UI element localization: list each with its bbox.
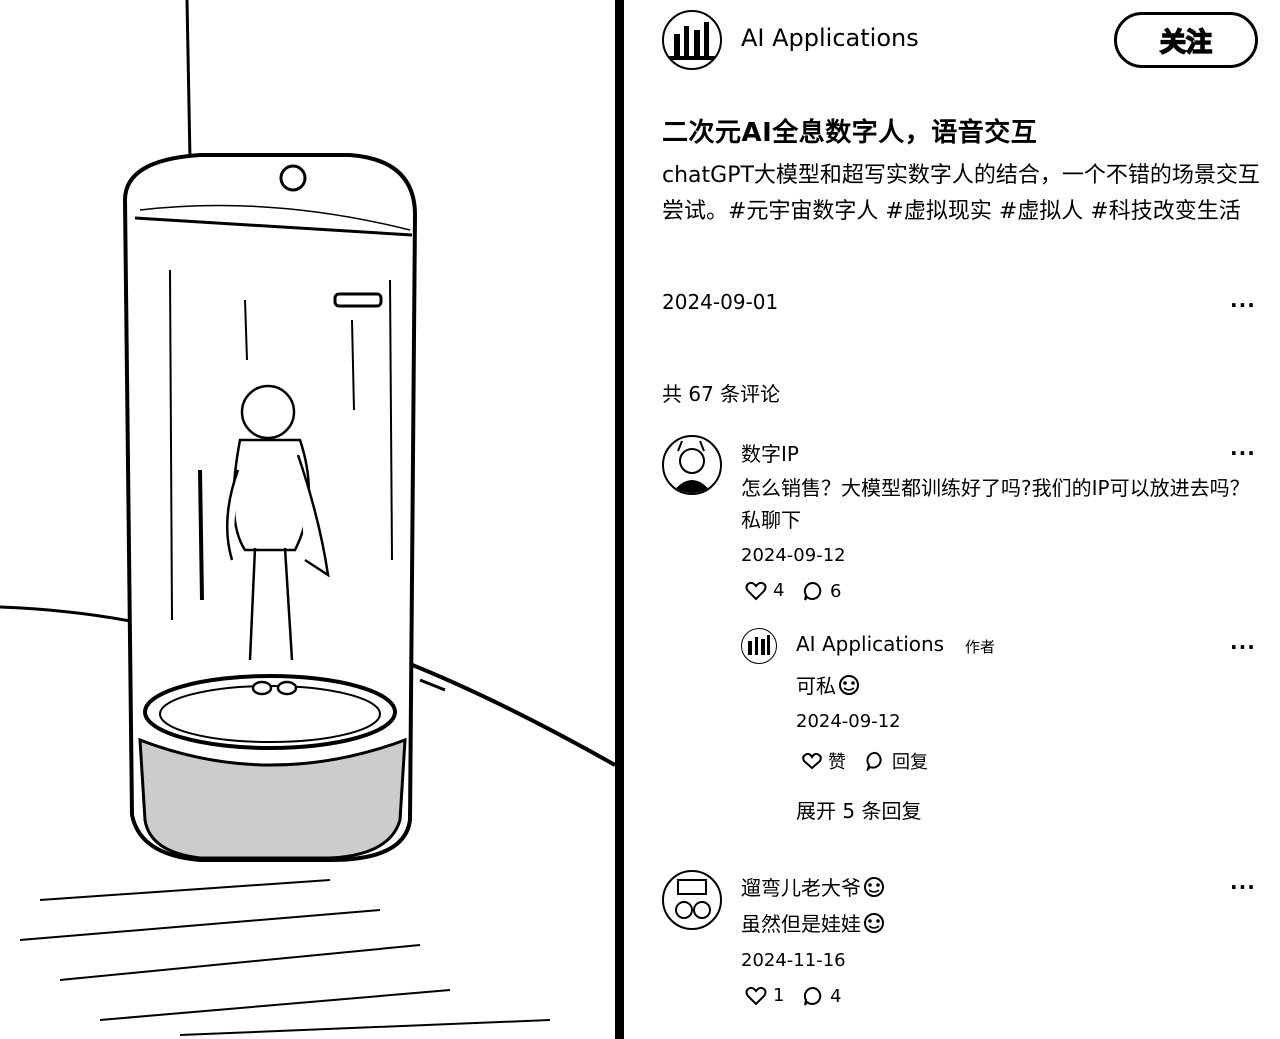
reply-button[interactable]: 6 bbox=[802, 580, 841, 602]
post-description: chatGPT大模型和超写实数字人的结合，一个不错的场景交互尝试。#元宇宙数字人… bbox=[662, 163, 1260, 224]
like-button[interactable]: 4 bbox=[745, 580, 784, 601]
like-count: 4 bbox=[773, 580, 785, 601]
avatar-image bbox=[675, 879, 711, 919]
post-image[interactable] bbox=[0, 0, 615, 1039]
reply-reply-button[interactable]: 回复 bbox=[866, 748, 928, 774]
commenter-avatar[interactable] bbox=[662, 435, 722, 495]
comment-icon bbox=[803, 581, 822, 601]
avatar-image bbox=[668, 22, 716, 60]
comment-more-icon[interactable]: ··· bbox=[1230, 443, 1256, 463]
reply-avatar[interactable] bbox=[741, 628, 777, 664]
reply-more-icon[interactable]: ··· bbox=[1230, 637, 1256, 657]
avatar-image bbox=[748, 635, 770, 655]
heart-icon bbox=[745, 581, 767, 600]
reply-user-name[interactable]: AI Applications bbox=[796, 632, 944, 656]
reply-text: 可私 bbox=[796, 674, 836, 698]
hologram-device-illustration bbox=[0, 0, 615, 1036]
panel-divider bbox=[615, 0, 624, 1039]
comment-icon bbox=[866, 751, 882, 771]
reply-like-label: 赞 bbox=[828, 752, 846, 773]
reply-count: 6 bbox=[830, 580, 842, 602]
reply-count: 4 bbox=[830, 985, 842, 1007]
avatar-image bbox=[672, 440, 712, 493]
emoji-icon bbox=[864, 876, 884, 897]
post-title: 二次元AI全息数字人，语音交互 bbox=[662, 118, 1038, 148]
comments-count: 共 67 条评论 bbox=[662, 382, 781, 406]
comment-icon bbox=[803, 986, 822, 1006]
reply-text-row: 可私 bbox=[796, 670, 860, 699]
post-date: 2024-09-01 bbox=[662, 290, 779, 314]
comment-date: 2024-09-12 bbox=[741, 545, 846, 566]
reply-button[interactable]: 4 bbox=[802, 985, 841, 1007]
follow-label: 关注 bbox=[1159, 27, 1213, 59]
reply-date: 2024-09-12 bbox=[796, 711, 901, 732]
emoji-icon bbox=[864, 912, 884, 933]
expand-replies-button[interactable]: 展开 5 条回复 bbox=[796, 795, 921, 824]
commenter-name[interactable]: 数字IP bbox=[741, 438, 799, 467]
author-tag: 作者 bbox=[965, 638, 996, 656]
post-detail-panel: AI Applications 关注 二次元AI全息数字人，语音交互 chatG… bbox=[624, 0, 1280, 1039]
heart-icon bbox=[745, 986, 767, 1005]
follow-button[interactable]: 关注 bbox=[1114, 12, 1258, 68]
commenter-name-row[interactable]: 遛弯儿老大爷 bbox=[741, 872, 885, 901]
post-more-icon[interactable]: ··· bbox=[1230, 295, 1256, 315]
heart-icon bbox=[802, 752, 822, 770]
reply-like-button[interactable]: 赞 bbox=[802, 748, 846, 774]
author-avatar[interactable] bbox=[662, 10, 722, 70]
comment-text-row: 虽然但是娃娃 bbox=[741, 908, 885, 937]
commenter-avatar[interactable] bbox=[662, 870, 722, 930]
reply-reply-label: 回复 bbox=[892, 752, 928, 773]
emoji-icon bbox=[839, 674, 859, 695]
comment-more-icon[interactable]: ··· bbox=[1230, 877, 1256, 897]
comment-date: 2024-11-16 bbox=[741, 950, 846, 971]
author-name[interactable]: AI Applications bbox=[741, 24, 919, 52]
commenter-name: 遛弯儿老大爷 bbox=[741, 876, 861, 900]
like-button[interactable]: 1 bbox=[745, 985, 784, 1006]
like-count: 1 bbox=[773, 985, 785, 1006]
comment-text: 怎么销售？大模型都训练好了吗?我们的IP可以放进去吗？私聊下 bbox=[741, 476, 1250, 532]
comment-text: 虽然但是娃娃 bbox=[741, 912, 861, 936]
